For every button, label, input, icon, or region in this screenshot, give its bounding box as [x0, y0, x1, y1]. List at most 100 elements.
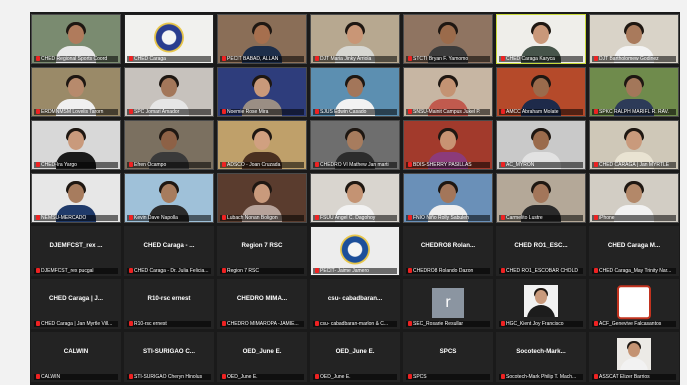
participant-display-name: SPCS	[439, 348, 457, 355]
muted-microphone-icon	[501, 268, 505, 273]
participant-name-label: CHED Caraga Karyca	[499, 56, 583, 62]
participant-tile[interactable]: CHED Caraga	[124, 14, 214, 64]
participant-name-text: FSUU Angel C. Dagohoy	[320, 215, 376, 221]
participant-tile[interactable]: ACF_Genevive Falcasantos	[589, 279, 679, 329]
participant-display-name: CHEDRO8 Rolan...	[420, 242, 476, 249]
participant-name-text: CHEDRO MIMAROPA -JAMIE...	[227, 321, 299, 327]
muted-microphone-icon	[36, 215, 40, 220]
participant-name-text: Noemie Rose Mira	[227, 109, 269, 115]
muted-microphone-icon	[594, 162, 598, 167]
participant-tile[interactable]: CHEDRO MIMA... CHEDRO MIMAROPA -JAMIE...	[217, 279, 307, 329]
participant-name-text: SJUS Edwin Casado	[320, 109, 367, 115]
participant-name-label: HGC_Kient Joy Francisco	[499, 321, 583, 327]
participant-tile[interactable]: ASSCAT Elizer Barrios	[589, 332, 679, 382]
participant-name-text: PECIT BABAD, ALLAN	[227, 56, 279, 62]
participant-tile[interactable]: ERDMNMSM Lovelis Tarorn	[31, 67, 121, 117]
participant-tile[interactable]: SPCS SPCS	[403, 332, 493, 382]
participant-tile[interactable]: DJT Bartholomew Godinez	[589, 14, 679, 64]
participant-tile[interactable]: PECIT BABAD, ALLAN	[217, 14, 307, 64]
participant-tile[interactable]: BDIS-SHERRY PASILLAS	[403, 120, 493, 170]
muted-microphone-icon	[408, 268, 412, 273]
participant-tile[interactable]: SPKC RALPH MARIFL R. RAV.	[589, 67, 679, 117]
avatar: r	[432, 288, 464, 318]
participant-display-name: DJEMFCST_rex ...	[49, 242, 103, 249]
muted-microphone-icon	[501, 109, 505, 114]
participant-name-text: DJT Maria Jinky Arriola	[320, 56, 372, 62]
participant-tile[interactable]: CHED Regional Sports Coord	[31, 14, 121, 64]
participant-name-text: BDIS-SHERRY PASILLAS	[413, 162, 472, 168]
muted-microphone-icon	[129, 56, 133, 61]
participant-name-text: Region 7 RSC	[227, 268, 259, 274]
participant-tile[interactable]: OED_June E. OED_June E.	[217, 332, 307, 382]
participant-tile[interactable]: DJEMFCST_rex ... DJEMFCST_rex pucgal	[31, 226, 121, 276]
participant-tile[interactable]: CHED CARAGA | Jan MYRTLE	[589, 120, 679, 170]
participant-name-text: CHED CARAGA | Jan MYRTLE	[599, 162, 670, 168]
participant-name-text: ERDMNMSM Lovelis Tarorn	[41, 109, 104, 115]
muted-microphone-icon	[315, 321, 319, 326]
participant-tile[interactable]: CHED Caraga - ... CHED Caraga - Dr. Julia…	[124, 226, 214, 276]
participant-name-text: STCTI Bryan F. Yamomo	[413, 56, 469, 62]
participant-tile[interactable]: CHED RO1_ESC... CHED RO1_ESCOBAR CHOLD	[496, 226, 586, 276]
participant-tile[interactable]: iPhone	[589, 173, 679, 223]
participant-name-text: AMCC Abraham Molate	[506, 109, 559, 115]
participant-name-text: CHED Caraga | Jan Myrtle Vill...	[41, 321, 113, 327]
participant-name-text: CHED Caraga - Dr. Julia Felicia...	[134, 268, 209, 274]
participant-tile[interactable]: PECIT- Jaime Jamero	[310, 226, 400, 276]
participant-tile[interactable]: AC_MYRON	[496, 120, 586, 170]
participant-tile[interactable]: SJUS Edwin Casado	[310, 67, 400, 117]
participant-tile[interactable]: SNSU-Mainit Campus Jukel P.	[403, 67, 493, 117]
participant-name-label: Region 7 RSC	[220, 268, 304, 274]
participant-tile[interactable]: Region 7 RSC Region 7 RSC	[217, 226, 307, 276]
participant-name-text: ADSCO - Joan Cruzada	[227, 162, 281, 168]
participant-tile[interactable]: CHED-Ira Yargo	[31, 120, 121, 170]
participant-name-label: csu- cabadbaran-marlon & C...	[313, 321, 397, 327]
participant-tile[interactable]: CALWIN CALWIN	[31, 332, 121, 382]
participant-name-label: PECIT BABAD, ALLAN	[220, 56, 304, 62]
participant-tile[interactable]: Lubach Nonan Boligon	[217, 173, 307, 223]
participant-name-label: BDIS-SHERRY PASILLAS	[406, 162, 490, 168]
participant-name-text: CHEDRO VI Mathew Jan marti	[320, 162, 389, 168]
participant-tile[interactable]: CHED Caraga | J... CHED Caraga | Jan Myrt…	[31, 279, 121, 329]
participant-tile[interactable]: R10-rsc ernest R10-rsc ernest	[124, 279, 214, 329]
participant-name-label: DJEMFCST_rex pucgal	[34, 268, 118, 274]
muted-microphone-icon	[36, 56, 40, 61]
participant-tile[interactable]: CHED Caraga Karyca	[496, 14, 586, 64]
participant-name-label: Carmelito Lustre	[499, 215, 583, 221]
participant-name-text: iPhone	[599, 215, 615, 221]
participant-tile[interactable]: Noemie Rose Mira	[217, 67, 307, 117]
participant-name-text: OED_June E.	[227, 374, 258, 380]
participant-name-label: R10-rsc ernest	[127, 321, 211, 327]
participant-tile[interactable]: FSUU Angel C. Dagohoy	[310, 173, 400, 223]
participant-tile[interactable]: STCTI Bryan F. Yamomo	[403, 14, 493, 64]
muted-microphone-icon	[129, 374, 133, 379]
participant-tile[interactable]: OED_June E. OED_June E.	[310, 332, 400, 382]
participant-name-label: OED_June E.	[220, 374, 304, 380]
participant-tile[interactable]: Efren Ocampo	[124, 120, 214, 170]
participant-name-text: SPCS	[413, 374, 427, 380]
participant-tile[interactable]: Socotech-Mark... Socotech-Mark Philip T. …	[496, 332, 586, 382]
participant-tile[interactable]: CHEDRO8 Rolan... CHEDRO8 Rolando Dazon	[403, 226, 493, 276]
participant-name-text: Carmelito Lustre	[506, 215, 543, 221]
participant-tile[interactable]: CHED Caraga M... CHED Caraga_May Trinity …	[589, 226, 679, 276]
participant-tile[interactable]: AMCC Abraham Molate	[496, 67, 586, 117]
participant-tile[interactable]: FNIO Niño Rolly Sabuleh	[403, 173, 493, 223]
participant-tile[interactable]: CHEDRO VI Mathew Jan marti	[310, 120, 400, 170]
participant-tile[interactable]: DJT Maria Jinky Arriola	[310, 14, 400, 64]
participant-name-text: FNIO Niño Rolly Sabuleh	[413, 215, 469, 221]
participant-tile[interactable]: Carmelito Lustre	[496, 173, 586, 223]
participant-tile[interactable]: r SEC_Rosarie Resullar	[403, 279, 493, 329]
participant-name-label: DJT Bartholomew Godinez	[592, 56, 676, 62]
participant-tile[interactable]: HGC_Kient Joy Francisco	[496, 279, 586, 329]
participant-tile[interactable]: STI-SURIGAO C... STI-SURIGAO Cheryn Hinol…	[124, 332, 214, 382]
participant-tile[interactable]: SPC Jomari Amador	[124, 67, 214, 117]
participant-tile[interactable]: csu- cabadbaran... csu- cabadbaran-marlon…	[310, 279, 400, 329]
participant-name-text: SEC_Rosarie Resullar	[413, 321, 464, 327]
profile-picture	[524, 285, 558, 317]
participant-tile[interactable]: Kevin Dave Napolla	[124, 173, 214, 223]
participant-name-label: iPhone	[592, 215, 676, 221]
participant-name-text: ACF_Genevive Falcasantos	[599, 321, 662, 327]
participant-tile[interactable]: ADSCO - Joan Cruzada	[217, 120, 307, 170]
participant-display-name: R10-rsc ernest	[147, 295, 191, 302]
participant-tile[interactable]: NEMSU-MERCADO	[31, 173, 121, 223]
participant-name-label: CHED Caraga | Jan Myrtle Vill...	[34, 321, 118, 327]
